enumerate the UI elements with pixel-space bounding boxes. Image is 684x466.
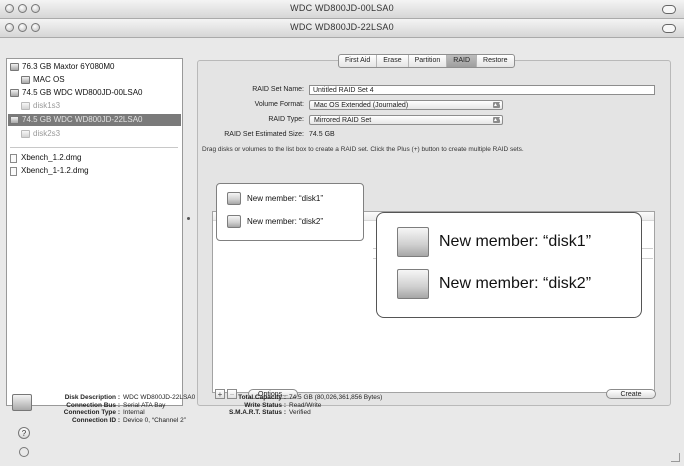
member-label: New member: “disk2”	[247, 217, 324, 226]
toolbar-toggle-button[interactable]	[662, 5, 676, 14]
smart-status-label: S.M.A.R.T. Status :	[228, 409, 286, 416]
selected-disk-icon	[12, 394, 32, 411]
raid-type-value: Mirrored RAID Set	[314, 117, 372, 124]
info-labels-right: Total Capacity : Write Status : S.M.A.R.…	[216, 394, 286, 417]
back-window-titlebar[interactable]: WDC WD800JD-00LSA0	[0, 0, 684, 19]
zoomed-members-callout: New member: “disk1” New member: “disk2”	[376, 212, 642, 318]
front-window-title: WDC WD800JD-22LSA0	[290, 22, 394, 32]
disk-utility-tabs: First Aid Erase Partition RAID Restore	[338, 54, 515, 68]
connection-id-label: Connection ID :	[71, 416, 120, 424]
sidebar-item-volume[interactable]: disk1s3	[21, 100, 60, 112]
disk-description-value: WDC WD800JD-22LSA0	[123, 394, 196, 401]
sidebar-item-label: disk2s3	[33, 129, 61, 138]
tab-partition[interactable]: Partition	[409, 55, 448, 67]
sidebar-item-label: Xbench_1-1.2.dmg	[21, 166, 89, 175]
total-capacity-label: Total Capacity :	[238, 394, 286, 401]
refresh-icon[interactable]	[19, 447, 29, 457]
info-labels-left: Disk Description : Connection Bus : Conn…	[32, 394, 120, 424]
list-item[interactable]: New member: “disk1”	[227, 192, 323, 205]
tab-erase[interactable]: Erase	[377, 55, 409, 67]
volume-icon	[21, 130, 30, 138]
resize-handle[interactable]	[671, 453, 680, 462]
hard-disk-icon	[10, 89, 19, 97]
sidebar-item-label: 74.5 GB WDC WD800JD-00LSA0	[22, 88, 143, 97]
estimated-size-label: RAID Set Estimated Size:	[224, 131, 304, 138]
connection-bus-label: Connection Bus :	[66, 401, 120, 409]
member-label: New member: “disk1”	[247, 194, 324, 203]
tab-restore[interactable]: Restore	[477, 55, 514, 67]
list-item-zoomed: New member: “disk2”	[397, 269, 591, 299]
member-label: New member: “disk2”	[439, 275, 592, 292]
write-status-value: Read/Write	[289, 401, 322, 409]
raid-instructions: Drag disks or volumes to the list box to…	[202, 146, 524, 153]
sidebar-item-disk[interactable]: 76.3 GB Maxtor 6Y080M0	[10, 61, 115, 73]
disk-list-sidebar[interactable]: 76.3 GB Maxtor 6Y080M0 MAC OS 74.5 GB WD…	[6, 58, 183, 406]
disk-description-label: Disk Description :	[64, 394, 120, 401]
connection-id-value: Device 0, “Channel 2”	[123, 416, 186, 424]
sidebar-divider	[10, 147, 178, 148]
hard-disk-icon	[227, 192, 241, 205]
window-body: 76.3 GB Maxtor 6Y080M0 MAC OS 74.5 GB WD…	[0, 38, 684, 466]
volume-icon	[21, 102, 30, 110]
raid-type-label: RAID Type:	[268, 116, 304, 123]
tab-raid[interactable]: RAID	[447, 55, 478, 67]
hard-disk-icon	[397, 269, 429, 299]
connection-type-value: Internal	[123, 409, 145, 416]
member-label: New member: “disk1”	[439, 233, 592, 250]
estimated-size-value: 74.5 GB	[309, 131, 335, 138]
smart-status-value: Verified	[289, 409, 311, 416]
list-item[interactable]: New member: “disk2”	[227, 215, 323, 228]
screenshot-root: WDC WD800JD-00LSA0 WDC WD800JD-22LSA0 76…	[0, 0, 684, 466]
hard-disk-icon	[397, 227, 429, 257]
sidebar-item-volume[interactable]: disk2s3	[21, 128, 60, 140]
popup-arrows-icon: ▲▼	[493, 117, 503, 123]
sidebar-item-label: Xbench_1.2.dmg	[21, 153, 82, 162]
sidebar-item-disk-image[interactable]: Xbench_1-1.2.dmg	[10, 165, 89, 177]
volume-icon	[21, 76, 30, 84]
info-values-left: WDC WD800JD-22LSA0 Serial ATA Bay Intern…	[123, 394, 195, 424]
sidebar-item-disk-selected[interactable]: 74.5 GB WDC WD800JD-22LSA0	[8, 114, 181, 126]
hard-disk-icon	[10, 63, 19, 71]
connection-bus-value: Serial ATA Bay	[123, 401, 166, 409]
write-status-label: Write Status :	[244, 401, 286, 409]
popup-arrows-icon: ▲▼	[493, 102, 503, 108]
sidebar-item-disk[interactable]: 74.5 GB WDC WD800JD-00LSA0	[10, 87, 143, 99]
sidebar-item-volume[interactable]: MAC OS	[21, 74, 65, 86]
raid-set-name-label: RAID Set Name:	[252, 86, 304, 93]
help-button[interactable]: ?	[18, 427, 30, 439]
hard-disk-icon	[227, 215, 241, 228]
sidebar-item-disk-image[interactable]: Xbench_1.2.dmg	[10, 152, 82, 164]
raid-set-name-field[interactable]: Untitled RAID Set 4	[309, 85, 655, 95]
disk-image-icon	[10, 153, 17, 163]
back-window-title: WDC WD800JD-00LSA0	[290, 3, 394, 13]
connection-type-label: Connection Type :	[63, 409, 120, 416]
sidebar-item-label: 76.3 GB Maxtor 6Y080M0	[22, 62, 115, 71]
tab-first-aid[interactable]: First Aid	[339, 55, 378, 67]
sidebar-item-label: MAC OS	[33, 75, 65, 84]
info-values-right: 74.5 GB (80,026,361,856 Bytes) Read/Writ…	[289, 394, 382, 417]
disk-image-icon	[10, 166, 17, 176]
hard-disk-icon	[10, 116, 19, 124]
front-window-titlebar[interactable]: WDC WD800JD-22LSA0	[0, 19, 684, 38]
raid-members-group: New member: “disk1” New member: “disk2”	[216, 183, 364, 241]
sidebar-item-label: 74.5 GB WDC WD800JD-22LSA0	[22, 115, 143, 124]
volume-format-label: Volume Format:	[254, 101, 304, 108]
splitter-handle[interactable]	[187, 217, 190, 220]
create-button[interactable]: Create	[606, 389, 656, 399]
volume-format-popup[interactable]: Mac OS Extended (Journaled) ▲▼	[309, 100, 503, 110]
raid-type-popup[interactable]: Mirrored RAID Set ▲▼	[309, 115, 503, 125]
sidebar-item-label: disk1s3	[33, 101, 61, 110]
total-capacity-value: 74.5 GB (80,026,361,856 Bytes)	[289, 394, 383, 401]
toolbar-toggle-button[interactable]	[662, 24, 676, 33]
volume-format-value: Mac OS Extended (Journaled)	[314, 102, 409, 109]
list-item-zoomed: New member: “disk1”	[397, 227, 591, 257]
